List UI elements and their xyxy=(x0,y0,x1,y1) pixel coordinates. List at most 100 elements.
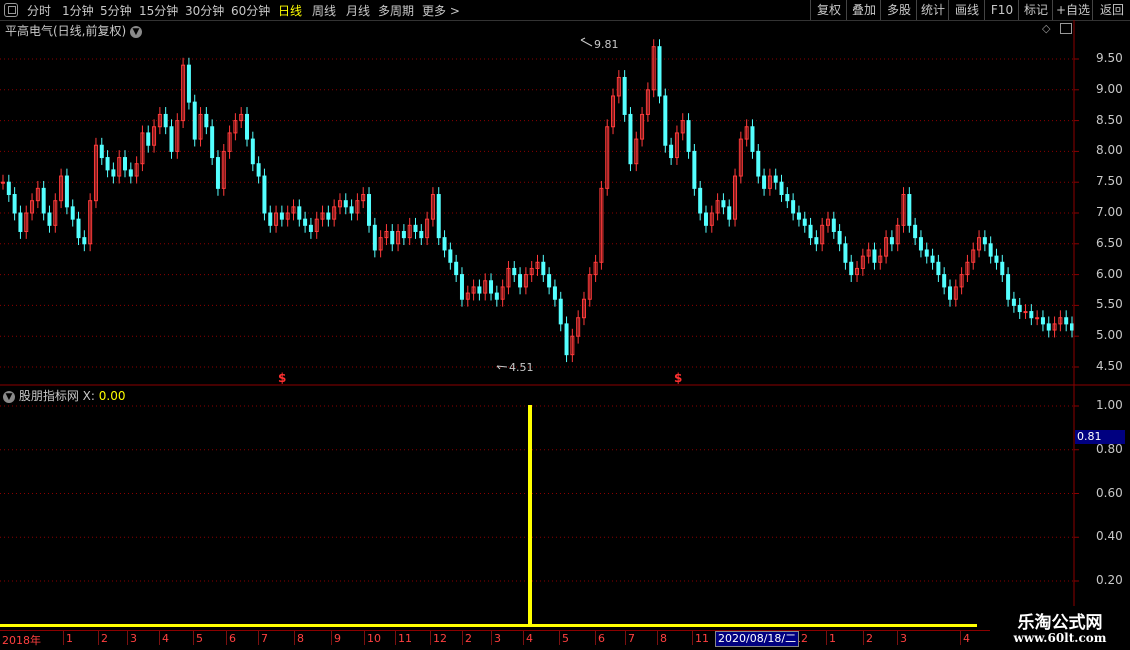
candle xyxy=(825,211,830,233)
add-favorite-button[interactable]: +自选 xyxy=(1052,0,1093,20)
candle xyxy=(1023,304,1028,319)
candle xyxy=(367,187,372,233)
candlestick-chart[interactable] xyxy=(0,20,1130,386)
candle xyxy=(860,248,865,276)
candle xyxy=(64,168,69,215)
x-tick-label: 1 xyxy=(66,632,73,645)
candle xyxy=(1064,310,1069,332)
candle xyxy=(1029,304,1034,326)
candle xyxy=(936,254,941,282)
candle xyxy=(843,236,848,270)
x-tick xyxy=(364,631,365,645)
period-tab-weekly[interactable]: 周线 xyxy=(312,2,336,19)
candle xyxy=(59,168,64,209)
candle xyxy=(459,267,464,307)
x-tick-label: 12 xyxy=(433,632,447,645)
candle xyxy=(895,217,900,252)
candle xyxy=(733,168,738,227)
high-price-label: 9.81 xyxy=(594,38,619,51)
x-tick xyxy=(226,631,227,645)
period-tab-15min[interactable]: 15分钟 xyxy=(139,2,178,19)
y-tick-label: 9.00 xyxy=(1096,81,1123,96)
candle xyxy=(146,125,151,153)
candle xyxy=(88,193,93,252)
watermark-url: www.60lt.com xyxy=(1013,631,1107,645)
candle xyxy=(53,193,58,233)
candle xyxy=(924,242,929,264)
candle xyxy=(657,39,662,104)
candle xyxy=(767,168,772,196)
candle xyxy=(256,156,261,184)
candle xyxy=(901,187,906,233)
candle xyxy=(866,242,871,264)
x-tick-label: 4 xyxy=(963,632,970,645)
candle xyxy=(651,39,656,98)
multi-stock-button[interactable]: 多股 xyxy=(880,0,917,20)
period-tab-1min[interactable]: 1分钟 xyxy=(62,2,94,19)
overlay-button[interactable]: 叠加 xyxy=(846,0,881,20)
period-tab-daily[interactable]: 日线 xyxy=(278,2,302,19)
candle xyxy=(210,119,215,165)
candle xyxy=(396,224,401,252)
candle xyxy=(93,137,98,209)
candle xyxy=(837,224,842,252)
candle xyxy=(959,267,964,295)
candle xyxy=(169,119,174,159)
window-toggle-icon[interactable] xyxy=(4,3,18,17)
y-tick-label: 5.50 xyxy=(1096,297,1123,312)
x-tick xyxy=(897,631,898,645)
candle xyxy=(82,230,87,252)
x-tick-label: 9 xyxy=(334,632,341,645)
candle xyxy=(303,211,308,233)
x-tick xyxy=(127,631,128,645)
statistics-button[interactable]: 统计 xyxy=(916,0,949,20)
period-tab-more[interactable]: 更多 > xyxy=(422,2,460,19)
period-tab-timeshare[interactable]: 分时 xyxy=(27,2,51,19)
candle xyxy=(529,261,534,282)
candle xyxy=(30,193,35,221)
period-tab-monthly[interactable]: 月线 xyxy=(346,2,370,19)
candle xyxy=(721,193,726,215)
back-button[interactable]: 返回 xyxy=(1092,0,1130,20)
candle xyxy=(134,156,139,184)
x-tick-label: 7 xyxy=(628,632,635,645)
candle xyxy=(791,193,796,221)
candle xyxy=(250,131,255,172)
candle xyxy=(971,242,976,270)
candle xyxy=(204,107,209,135)
candle xyxy=(977,230,982,258)
x-tick-label: 5 xyxy=(196,632,203,645)
period-tab-60min[interactable]: 60分钟 xyxy=(231,2,270,19)
candle xyxy=(6,174,11,202)
candle xyxy=(918,230,923,258)
candle xyxy=(581,291,586,326)
watermark-title: 乐淘公式网 xyxy=(1017,613,1103,633)
f10-button[interactable]: F10 xyxy=(984,0,1019,20)
period-tab-5min[interactable]: 5分钟 xyxy=(100,2,132,19)
restore-rights-button[interactable]: 复权 xyxy=(810,0,847,20)
indicator-chart[interactable] xyxy=(0,386,1130,632)
y-tick-label: 0.40 xyxy=(1096,529,1123,544)
draw-line-button[interactable]: 画线 xyxy=(948,0,985,20)
candle xyxy=(157,107,162,135)
candle xyxy=(181,57,186,128)
candle xyxy=(355,193,360,221)
x-tick-label: 4 xyxy=(162,632,169,645)
candle xyxy=(442,230,447,258)
candle xyxy=(541,254,546,282)
candle xyxy=(1052,316,1057,338)
x-tick-label: 2 xyxy=(101,632,108,645)
period-tab-30min[interactable]: 30分钟 xyxy=(185,2,224,19)
x-tick xyxy=(63,631,64,645)
period-tab-multi[interactable]: 多周期 xyxy=(378,2,414,19)
candle xyxy=(552,279,557,307)
candle xyxy=(872,242,877,270)
high-marker xyxy=(580,37,593,47)
candle xyxy=(1046,316,1051,338)
x-tick-label: 5 xyxy=(562,632,569,645)
candle xyxy=(285,205,290,227)
watermark: 乐淘公式网 www.60lt.com xyxy=(990,606,1130,650)
mark-button[interactable]: 标记 xyxy=(1018,0,1053,20)
candle xyxy=(640,107,645,147)
candle xyxy=(390,224,395,252)
